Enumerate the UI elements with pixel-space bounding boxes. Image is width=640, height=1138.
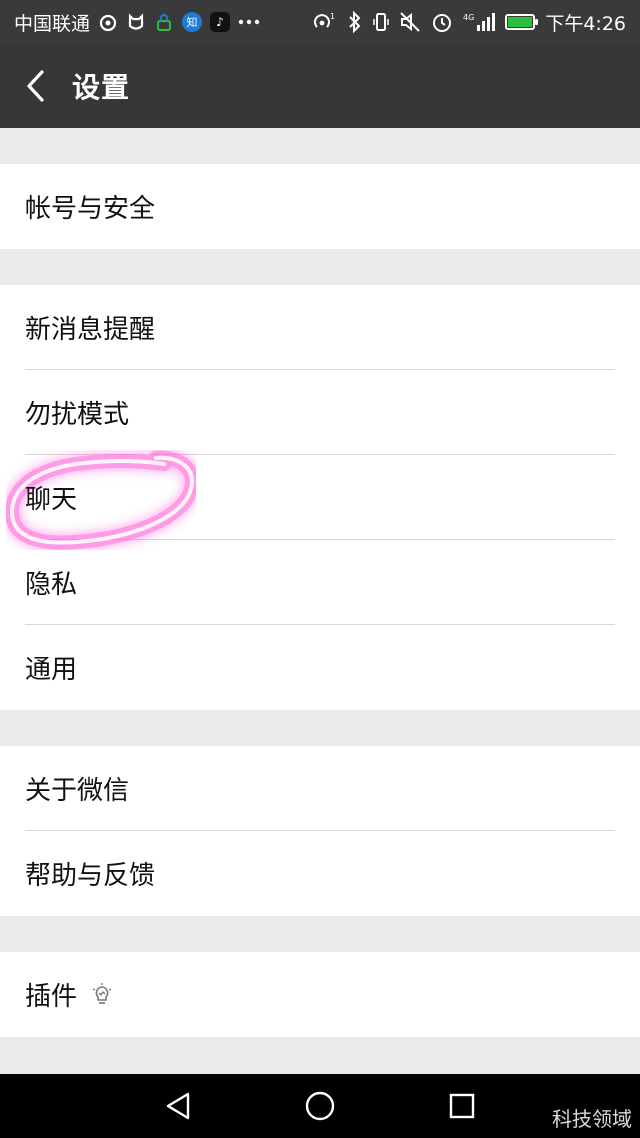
settings-item-notifications[interactable]: 新消息提醒 bbox=[0, 285, 640, 370]
recents-square-icon bbox=[449, 1093, 475, 1119]
carrier-label: 中国联通 bbox=[14, 12, 91, 35]
tiktok-icon: ♪ bbox=[210, 12, 231, 32]
settings-item-general[interactable]: 通用 bbox=[0, 625, 640, 710]
nav-back-button[interactable] bbox=[160, 1088, 196, 1124]
status-right: 1 4G 下午4:26 bbox=[311, 9, 626, 36]
settings-item-privacy[interactable]: 隐私 bbox=[0, 540, 640, 625]
settings-group-account: 帐号与安全 bbox=[0, 164, 640, 249]
status-left: 中国联通 知 ♪ bbox=[14, 9, 260, 36]
cat-icon bbox=[126, 11, 146, 33]
settings-item-label: 通用 bbox=[25, 655, 78, 685]
alarm-icon bbox=[431, 11, 453, 33]
mute-icon bbox=[399, 11, 421, 33]
section-gap bbox=[0, 710, 640, 746]
vibrate-icon bbox=[373, 11, 390, 33]
status-bar: 中国联通 知 ♪ 1 4G 下午4:26 bbox=[0, 0, 640, 44]
settings-item-do-not-disturb[interactable]: 勿扰模式 bbox=[0, 370, 640, 455]
section-gap bbox=[0, 249, 640, 285]
title-bar: 设置 bbox=[0, 44, 640, 128]
back-button[interactable] bbox=[6, 44, 66, 128]
settings-item-chat[interactable]: 聊天 bbox=[0, 455, 640, 540]
settings-item-label: 隐私 bbox=[25, 570, 78, 600]
weibo-icon bbox=[98, 11, 118, 33]
settings-item-label: 勿扰模式 bbox=[25, 400, 130, 430]
section-gap bbox=[0, 128, 640, 164]
zhihu-icon: 知 bbox=[182, 12, 203, 32]
home-circle-icon bbox=[305, 1091, 335, 1121]
bluetooth-icon bbox=[347, 11, 363, 33]
svg-text:1: 1 bbox=[330, 12, 335, 21]
back-triangle-icon bbox=[166, 1092, 190, 1120]
settings-item-account-security[interactable]: 帐号与安全 bbox=[0, 164, 640, 249]
clock-label: 下午4:26 bbox=[545, 12, 626, 35]
lock-icon bbox=[154, 11, 174, 33]
section-gap bbox=[0, 916, 640, 952]
settings-group-about: 关于微信 帮助与反馈 bbox=[0, 746, 640, 916]
bulb-icon bbox=[91, 982, 113, 1007]
settings-item-label: 插件 bbox=[25, 982, 78, 1012]
settings-item-label: 帐号与安全 bbox=[25, 194, 156, 224]
navigation-bar: 科技领域 bbox=[0, 1074, 640, 1138]
network-type: 4G bbox=[463, 13, 474, 22]
battery-icon bbox=[505, 14, 539, 30]
settings-item-label: 聊天 bbox=[25, 485, 78, 515]
nav-home-button[interactable] bbox=[302, 1088, 338, 1124]
signal-icon: 4G bbox=[463, 11, 496, 33]
page-title: 设置 bbox=[72, 71, 131, 104]
nav-recents-button[interactable] bbox=[444, 1088, 480, 1124]
more-icon bbox=[238, 11, 260, 33]
settings-item-plugins[interactable]: 插件 bbox=[0, 952, 640, 1037]
settings-list: 帐号与安全 新消息提醒 勿扰模式 聊天 隐私 通用 关于微信 帮助与反馈 插件 bbox=[0, 128, 640, 1037]
settings-item-label: 帮助与反馈 bbox=[25, 861, 156, 891]
chevron-left-icon bbox=[27, 70, 44, 102]
settings-group-main: 新消息提醒 勿扰模式 聊天 隐私 通用 bbox=[0, 285, 640, 710]
settings-item-label: 关于微信 bbox=[25, 776, 130, 806]
battery-level bbox=[508, 17, 533, 27]
settings-item-about-wechat[interactable]: 关于微信 bbox=[0, 746, 640, 831]
settings-item-label: 新消息提醒 bbox=[25, 315, 156, 345]
settings-item-help-feedback[interactable]: 帮助与反馈 bbox=[0, 831, 640, 916]
settings-group-plugins: 插件 bbox=[0, 952, 640, 1037]
watermark: 科技领域 bbox=[552, 1107, 632, 1131]
hotspot-icon: 1 bbox=[311, 11, 337, 33]
